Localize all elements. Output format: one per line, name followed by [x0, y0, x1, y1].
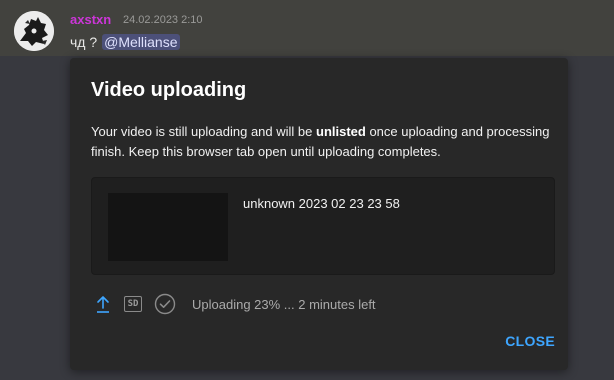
sd-icon: SD [124, 296, 142, 312]
message-author[interactable]: axstxn [70, 12, 111, 27]
chat-message: axstxn 24.02.2023 2:10 чд ? @Mellianse [0, 0, 614, 56]
upload-status-row: SD Uploading 23% ... 2 minutes left [95, 293, 376, 315]
message-text: чд ? [70, 34, 98, 50]
message-body: чд ? @Mellianse [70, 34, 180, 50]
video-thumbnail [108, 193, 228, 261]
video-title: unknown 2023 02 23 23 58 [243, 196, 400, 211]
video-card: unknown 2023 02 23 23 58 [91, 177, 555, 275]
upload-icon [95, 294, 111, 314]
video-uploading-dialog: Video uploading Your video is still uplo… [70, 58, 568, 370]
dialog-description: Your video is still uploading and will b… [91, 122, 553, 162]
message-timestamp: 24.02.2023 2:10 [123, 14, 203, 26]
user-mention[interactable]: @Mellianse [102, 34, 180, 50]
description-text-start: Your video is still uploading and will b… [91, 124, 316, 139]
close-button[interactable]: CLOSE [505, 333, 555, 349]
dialog-title: Video uploading [91, 79, 247, 101]
visibility-status: unlisted [316, 124, 366, 139]
upload-status-text: Uploading 23% ... 2 minutes left [192, 296, 376, 312]
check-circle-icon [154, 293, 176, 315]
avatar[interactable] [14, 11, 54, 51]
